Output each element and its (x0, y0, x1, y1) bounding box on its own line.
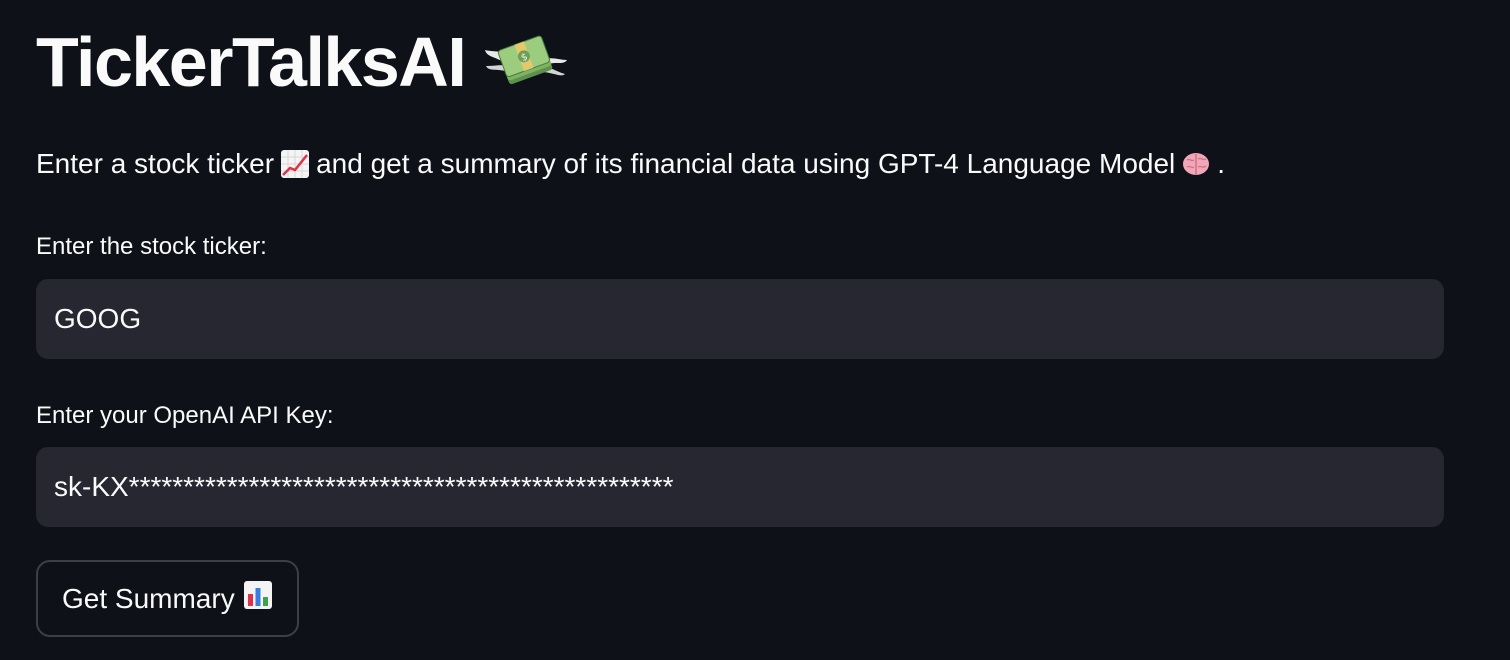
get-summary-label: Get Summary (62, 582, 235, 614)
intro-text: Enter a stock ticker and get a summary o… (36, 146, 1225, 182)
ticker-label: Enter the stock ticker: (36, 233, 267, 260)
get-summary-button[interactable]: Get Summary (36, 560, 299, 637)
api-key-label: Enter your OpenAI API Key: (36, 402, 334, 429)
api-key-input[interactable] (36, 447, 1444, 527)
brain-icon (1181, 149, 1211, 179)
ticker-input[interactable] (36, 279, 1444, 359)
money-with-wings-icon: $ (483, 26, 569, 98)
chart-increasing-icon (280, 149, 310, 179)
intro-text-start: Enter a stock ticker (36, 148, 275, 179)
title-row: TickerTalksAI $ (36, 14, 569, 110)
intro-text-end: . (1217, 148, 1226, 179)
intro-text-middle: and get a summary of its financial data … (316, 148, 1176, 179)
bar-chart-icon (243, 580, 273, 617)
page-title: TickerTalksAI (36, 23, 467, 101)
